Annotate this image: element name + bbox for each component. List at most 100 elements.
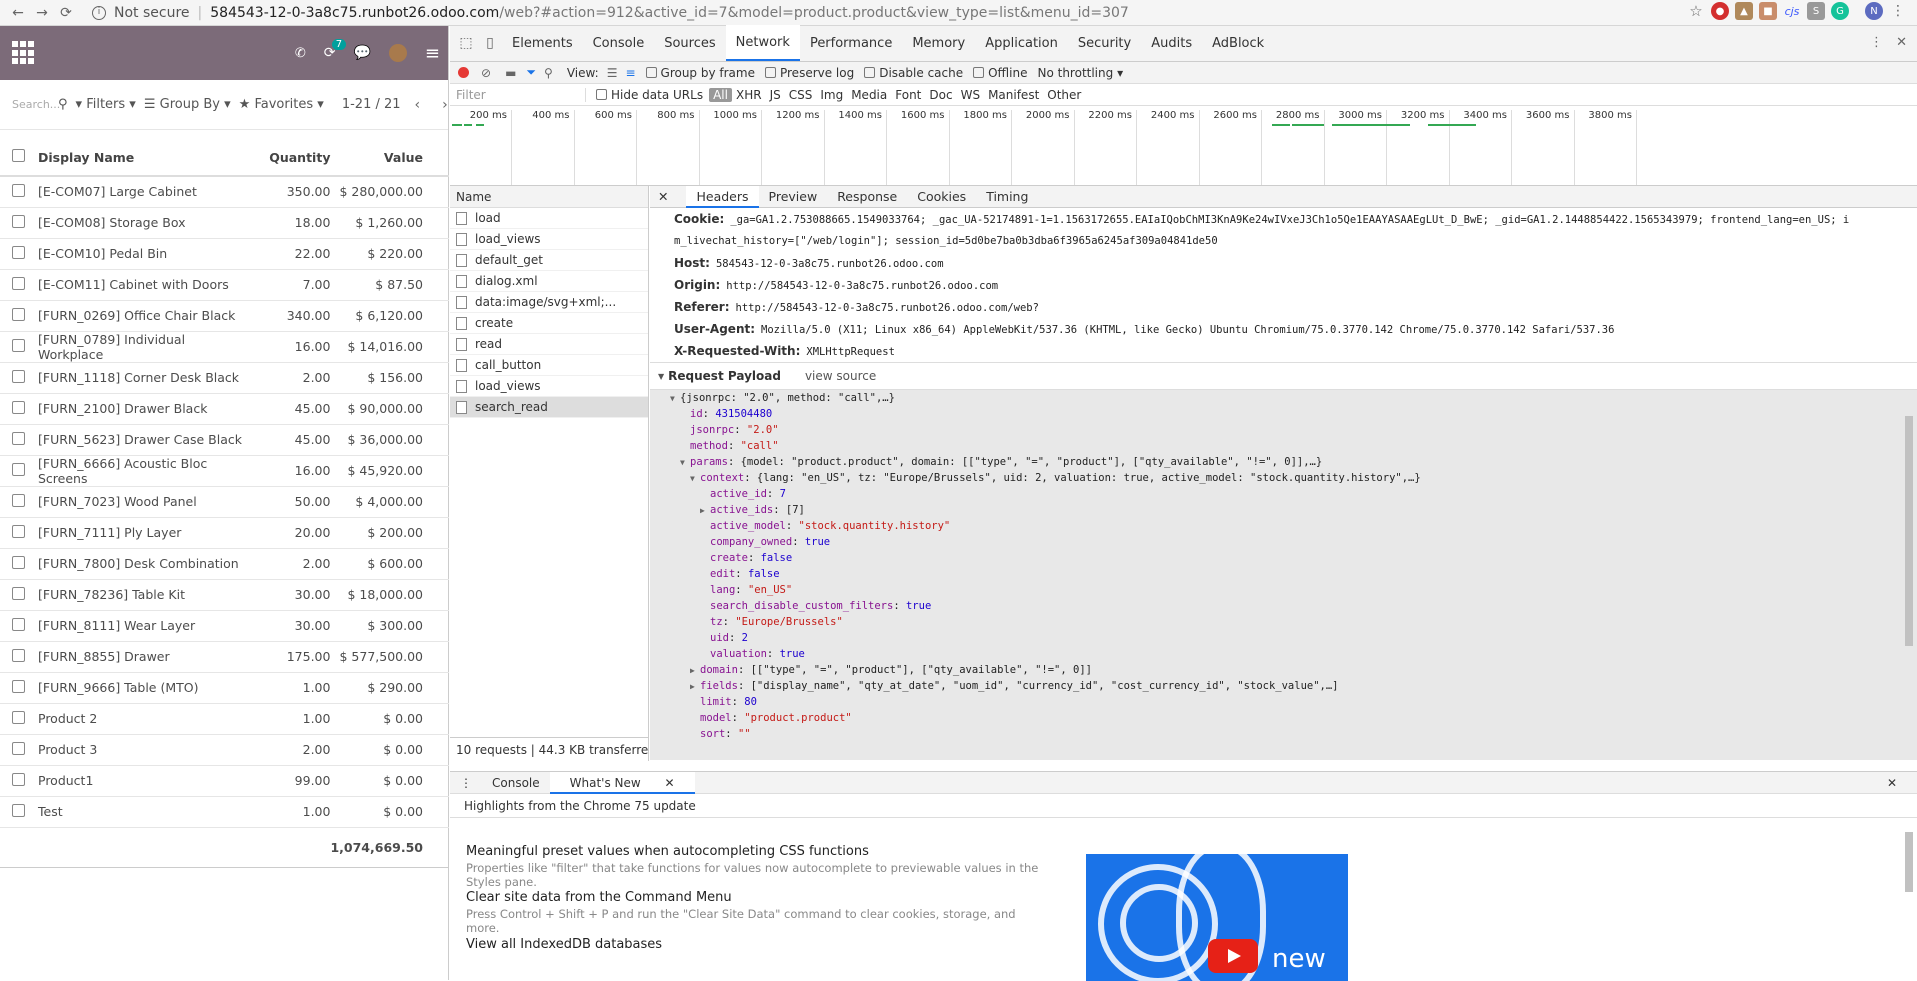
tab-audits[interactable]: Audits — [1141, 25, 1202, 61]
table-row[interactable]: [FURN_6666] Acoustic Bloc Screens 16.00 $ … — [0, 455, 449, 487]
payload-line[interactable]: active_id: 7 — [650, 486, 1917, 502]
payload-line[interactable]: active_model: "stock.quantity.history" — [650, 518, 1917, 534]
expand-icon[interactable]: ▶ — [690, 679, 700, 695]
row-checkbox[interactable] — [0, 207, 38, 239]
expand-icon[interactable]: ▼ — [690, 471, 700, 487]
payload-line[interactable]: ▶ fields: ["display_name", "qty_at_date",… — [650, 678, 1917, 694]
table-row[interactable]: [E-COM10] Pedal Bin 22.00 $ 220.00 — [0, 238, 449, 270]
row-checkbox[interactable] — [0, 517, 38, 549]
expand-icon[interactable]: ▶ — [690, 663, 700, 679]
type-filter-xhr[interactable]: XHR — [732, 88, 766, 102]
play-icon[interactable] — [1208, 939, 1258, 973]
payload-line[interactable]: ▶ active_ids: [7] — [650, 502, 1917, 518]
select-all-checkbox[interactable] — [0, 139, 38, 177]
request-item[interactable]: load_views — [450, 376, 648, 397]
type-filter-doc[interactable]: Doc — [925, 88, 956, 102]
search-input[interactable]: Search... — [12, 98, 72, 111]
table-row[interactable]: [FURN_7111] Ply Layer 20.00 $ 200.00 — [0, 517, 449, 549]
table-row[interactable]: [E-COM08] Storage Box 18.00 $ 1,260.00 — [0, 207, 449, 239]
payload-line[interactable]: sort: "" — [650, 726, 1917, 742]
row-checkbox[interactable] — [0, 796, 38, 828]
filter-input[interactable]: Filter — [456, 87, 586, 102]
payload-line[interactable]: edit: false — [650, 566, 1917, 582]
column-header[interactable]: Quantity — [250, 139, 331, 177]
table-row[interactable]: [FURN_2100] Drawer Black 45.00 $ 90,000.00 — [0, 393, 449, 425]
row-checkbox[interactable] — [0, 486, 38, 518]
screenshot-icon[interactable]: ▬ — [505, 66, 516, 80]
back-icon[interactable]: ← — [6, 1, 30, 25]
row-checkbox[interactable] — [0, 424, 38, 456]
offline-checkbox[interactable] — [973, 67, 985, 78]
filter-icon[interactable]: ⏷ — [526, 65, 536, 80]
type-filter-ws[interactable]: WS — [957, 88, 984, 102]
type-filter-manifest[interactable]: Manifest — [984, 88, 1043, 102]
payload-line[interactable]: valuation: true — [650, 646, 1917, 662]
pager-value[interactable]: 1-21 / 21 — [342, 97, 401, 112]
filters-dropdown[interactable]: ▾ Filters ▾ — [76, 97, 136, 112]
star-icon[interactable]: ☆ — [1687, 2, 1705, 20]
request-item[interactable]: default_get — [450, 250, 648, 271]
table-row[interactable]: [FURN_7023] Wood Panel 50.00 $ 4,000.00 — [0, 486, 449, 518]
row-checkbox[interactable] — [0, 269, 38, 301]
request-item[interactable]: call_button — [450, 355, 648, 376]
adblock-extension-icon[interactable]: ● — [1711, 2, 1729, 20]
video-thumbnail[interactable]: new — [1086, 854, 1348, 981]
payload-line[interactable]: company_owned: true — [650, 534, 1917, 550]
column-header[interactable]: Display Name — [38, 139, 251, 177]
apps-menu-icon[interactable] — [12, 41, 36, 65]
row-checkbox[interactable] — [0, 455, 38, 487]
address-bar[interactable]: i Not secure | 584543-12-0-3a8c75.runbot… — [92, 5, 1129, 21]
type-filter-other[interactable]: Other — [1043, 88, 1085, 102]
chat-icon[interactable]: 💬 — [353, 45, 370, 61]
payload-line[interactable]: ▼ context: {lang: "en_US", tz: "Europe/Br… — [650, 470, 1917, 486]
request-item[interactable]: data:image/svg+xml;... — [450, 292, 648, 313]
request-item[interactable]: dialog.xml — [450, 271, 648, 292]
profile-avatar[interactable]: N — [1865, 2, 1883, 20]
preserve-log-checkbox[interactable] — [764, 67, 776, 78]
table-row[interactable]: [FURN_7800] Desk Combination 2.00 $ 600.00 — [0, 548, 449, 580]
close-tab-icon[interactable]: ✕ — [655, 776, 685, 790]
table-row[interactable]: Product1 99.00 $ 0.00 — [0, 765, 449, 797]
tab-cookies[interactable]: Cookies — [907, 186, 976, 208]
row-checkbox[interactable] — [0, 331, 38, 363]
throttling-select[interactable]: No throttling ▾ — [1037, 66, 1123, 80]
payload-line[interactable]: ▼ {jsonrpc: "2.0", method: "call",…} — [650, 390, 1917, 406]
row-checkbox[interactable] — [0, 641, 38, 673]
record-icon[interactable] — [458, 67, 469, 78]
activity-icon[interactable]: ⟳ 7 — [324, 39, 347, 61]
table-row[interactable]: [FURN_1118] Corner Desk Black 2.00 $ 156.0… — [0, 362, 449, 394]
payload-line[interactable]: create: false — [650, 550, 1917, 566]
table-row[interactable]: [FURN_78236] Table Kit 30.00 $ 18,000.00 — [0, 579, 449, 611]
tab-timing[interactable]: Timing — [976, 186, 1038, 208]
tab-response[interactable]: Response — [827, 186, 907, 208]
network-timeline[interactable]: 200 ms 400 ms 600 ms 800 ms 1000 ms 1200 ms 14… — [450, 106, 1917, 186]
group-by-dropdown[interactable]: ☰ Group By ▾ — [144, 97, 231, 112]
close-details-icon[interactable]: ✕ — [650, 186, 676, 208]
expand-icon[interactable]: ▼ — [670, 391, 680, 407]
tab-memory[interactable]: Memory — [902, 25, 975, 61]
group-by-frame-checkbox[interactable] — [645, 67, 657, 78]
clear-icon[interactable]: ⊘ — [481, 66, 491, 80]
payload-line[interactable]: method: "call" — [650, 438, 1917, 454]
payload-line[interactable]: lang: "en_US" — [650, 582, 1917, 598]
type-filter-css[interactable]: CSS — [785, 88, 817, 102]
row-checkbox[interactable] — [0, 672, 38, 704]
row-checkbox[interactable] — [0, 393, 38, 425]
request-item[interactable]: read — [450, 334, 648, 355]
overview-icon[interactable]: ≡ — [625, 66, 635, 80]
pager-next-icon[interactable]: › — [442, 97, 448, 113]
request-item[interactable]: load — [450, 208, 648, 229]
menu-icon[interactable]: ⋮ — [1889, 2, 1907, 20]
table-row[interactable]: Test 1.00 $ 0.00 — [0, 796, 449, 828]
expand-icon[interactable]: ▶ — [700, 503, 710, 519]
drawer-menu-icon[interactable]: ⋮ — [450, 772, 482, 794]
whats-new-item[interactable]: Clear site data from the Command Menu Pr… — [466, 890, 1046, 935]
table-row[interactable]: [FURN_8111] Wear Layer 30.00 $ 300.00 — [0, 610, 449, 642]
tab-whats-new[interactable]: What's New ✕ — [549, 771, 695, 794]
row-checkbox[interactable] — [0, 176, 38, 208]
payload-line[interactable]: id: 431504480 — [650, 406, 1917, 422]
request-item[interactable]: search_read — [450, 397, 648, 418]
large-rows-icon[interactable]: ☰ — [607, 66, 618, 80]
drawer-scrollbar[interactable] — [1905, 832, 1913, 892]
row-checkbox[interactable] — [0, 238, 38, 270]
